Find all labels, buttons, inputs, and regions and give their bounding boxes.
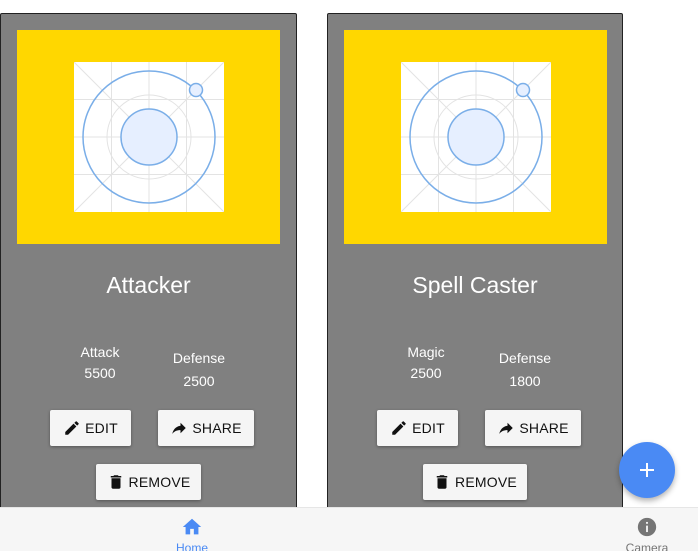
stat-label: Defense bbox=[172, 350, 226, 366]
stat-value: 2500 bbox=[410, 365, 442, 381]
remove-label: REMOVE bbox=[455, 474, 517, 490]
pencil-icon bbox=[65, 421, 79, 435]
character-card-attacker: Attacker Attack 5500 Defense 2500 EDIT S… bbox=[0, 13, 297, 551]
stat-defense: Defense 2500 bbox=[159, 348, 239, 392]
card-title: Spell Caster bbox=[412, 272, 538, 298]
plus-icon bbox=[640, 463, 654, 477]
pencil-icon bbox=[392, 421, 406, 435]
card-title: Attacker bbox=[106, 272, 191, 298]
stat-value: 1800 bbox=[509, 373, 541, 389]
trash-icon bbox=[436, 475, 448, 489]
share-label: SHARE bbox=[192, 420, 242, 436]
remove-button[interactable]: REMOVE bbox=[96, 464, 201, 500]
home-icon bbox=[182, 518, 202, 535]
character-card-spell-caster: Spell Caster Magic 2500 Defense 1800 EDI… bbox=[327, 13, 623, 551]
add-fab-button[interactable] bbox=[619, 442, 675, 498]
stat-label: Defense bbox=[498, 350, 552, 366]
placeholder-image-icon bbox=[400, 61, 551, 213]
share-arrow-icon bbox=[499, 422, 514, 434]
nav-item-camera[interactable]: Camera bbox=[602, 516, 692, 551]
edit-label: EDIT bbox=[85, 420, 118, 436]
nav-label-home: Home bbox=[175, 541, 208, 551]
trash-icon bbox=[110, 475, 121, 489]
stat-magic: Magic 2500 bbox=[386, 342, 466, 384]
remove-label: REMOVE bbox=[128, 474, 191, 490]
remove-button[interactable]: REMOVE bbox=[423, 464, 527, 500]
share-label: SHARE bbox=[519, 420, 569, 436]
share-button[interactable]: SHARE bbox=[158, 410, 254, 446]
nav-item-home[interactable]: Home bbox=[147, 516, 237, 551]
stat-label: Attack bbox=[80, 344, 120, 360]
share-button[interactable]: SHARE bbox=[485, 410, 581, 446]
card-image bbox=[344, 30, 607, 244]
placeholder-image-icon bbox=[73, 61, 224, 213]
share-arrow-icon bbox=[172, 422, 187, 434]
stat-value: 5500 bbox=[84, 365, 116, 381]
stat-defense: Defense 1800 bbox=[485, 348, 565, 392]
stat-attack: Attack 5500 bbox=[60, 342, 140, 384]
edit-button[interactable]: EDIT bbox=[50, 410, 131, 446]
edit-label: EDIT bbox=[412, 420, 445, 436]
card-image bbox=[17, 30, 280, 244]
stat-value: 2500 bbox=[183, 373, 215, 389]
info-icon bbox=[637, 517, 657, 537]
bottom-navigation: Home Camera bbox=[0, 507, 698, 551]
app-screen: Attacker Attack 5500 Defense 2500 EDIT S… bbox=[0, 0, 698, 551]
nav-label-camera: Camera bbox=[625, 541, 669, 551]
edit-button[interactable]: EDIT bbox=[377, 410, 458, 446]
stat-label: Magic bbox=[407, 344, 445, 360]
